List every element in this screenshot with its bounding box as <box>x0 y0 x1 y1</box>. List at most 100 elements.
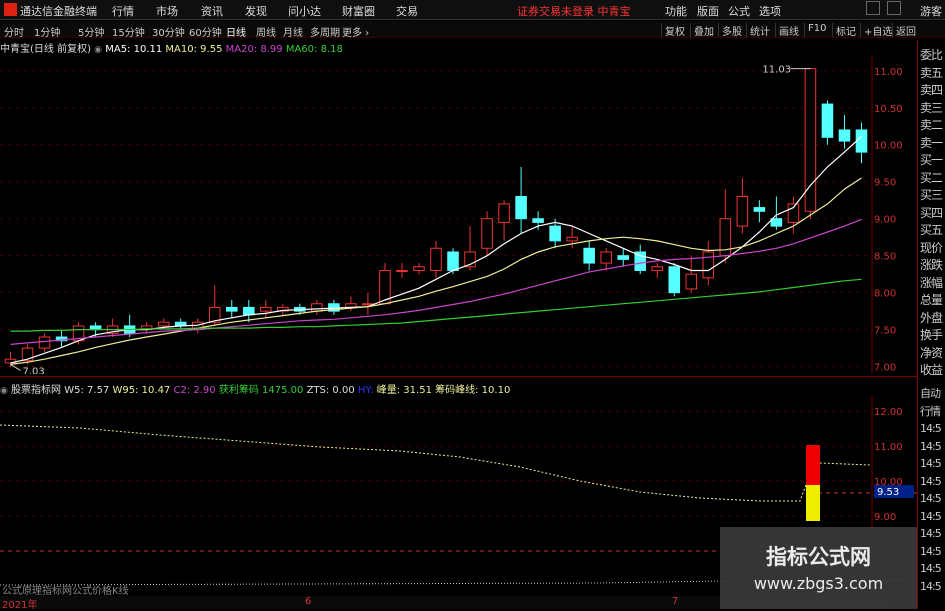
kline-chart[interactable]: 11.0010.5010.009.509.008.508.007.507.00 … <box>0 56 917 374</box>
period-15min[interactable]: 15分钟 <box>112 24 145 39</box>
quote-label-17: 净资 <box>920 345 943 360</box>
price-tick-label: 7.50 <box>874 326 896 337</box>
candle-body <box>736 196 749 227</box>
candle-body <box>243 306 255 316</box>
candle-body <box>668 266 681 294</box>
indicator-tick-label: 9.00 <box>874 512 896 523</box>
candle-body <box>838 129 851 142</box>
quote-label-0: 委比 <box>920 48 943 62</box>
login-notice[interactable]: 证券交易未登录 中青宝 <box>517 3 631 19</box>
menu-gongshi[interactable]: 公式 <box>728 3 750 19</box>
period-5min[interactable]: 5分钟 <box>78 24 104 39</box>
toolbar-diejia[interactable]: 叠加 <box>690 23 714 38</box>
candle-body <box>566 236 578 242</box>
toolbar-fuquan[interactable]: 复权 <box>661 23 685 38</box>
menu-xuanxiang[interactable]: 选项 <box>759 3 781 19</box>
candle-body <box>617 255 629 260</box>
indicator-tick-label: 11.00 <box>874 442 903 453</box>
toolbar-huaxian[interactable]: 画线 <box>775 23 799 38</box>
ma10-value: MA10: 9.55 <box>165 44 223 55</box>
quote-label-13: 涨幅 <box>920 275 943 290</box>
candle-body <box>855 129 868 153</box>
quote-panel: 委比 卖五 卖四 卖三 卖二 卖一 买一 买二 买三 买四 买五 现价 涨跌 涨幅 总量 外盘 换手 净资 收益 自… <box>917 40 945 609</box>
menu-faxian[interactable]: 发现 <box>245 3 267 19</box>
period-day[interactable]: 日线 <box>226 24 246 39</box>
quote-label-6: 买一 <box>920 153 943 167</box>
guest-label[interactable]: 游客 <box>920 3 942 19</box>
candle-body <box>430 247 442 271</box>
quote-label-15: 外盘 <box>920 310 943 325</box>
bottom-formula: 公式原理指标网公式价格K线 <box>2 586 129 597</box>
quote-label-11: 现价 <box>920 240 943 255</box>
price-tick-label: 11.00 <box>874 67 903 78</box>
ma20-value: MA20: 8.99 <box>225 44 283 55</box>
candle-body <box>260 306 272 312</box>
minimize-icon[interactable] <box>866 1 880 15</box>
period-30min[interactable]: 30分钟 <box>152 24 185 39</box>
toolbar-biaoji[interactable]: 标记 <box>832 23 856 38</box>
toolbar-tongji[interactable]: 统计 <box>746 23 770 38</box>
toolbar-fanhui[interactable]: 返回 <box>892 23 916 38</box>
tick-label-0: 自动 <box>920 387 941 400</box>
ma20-line <box>10 218 862 345</box>
app-logo-icon <box>4 3 17 16</box>
quote-label-7: 买二 <box>920 170 943 185</box>
candle-body <box>498 203 510 223</box>
tick-label-7: 14:5 <box>920 509 942 523</box>
menu-caifuquan[interactable]: 财富圈 <box>342 3 375 19</box>
candle-body <box>481 218 493 249</box>
period-1min[interactable]: 1分钟 <box>34 24 60 39</box>
period-fenshi[interactable]: 分时 <box>4 24 24 39</box>
candle-body <box>651 266 664 271</box>
toolbar-zixuan[interactable]: +自选 <box>860 23 892 38</box>
candle-body <box>396 269 408 272</box>
tick-label-6: 14:5 <box>920 492 942 505</box>
quote-label-14: 总量 <box>920 293 943 307</box>
period-more[interactable]: 更多 › <box>342 24 369 39</box>
indicator-line <box>0 424 871 502</box>
toolbar-f10[interactable]: F10 <box>804 23 826 37</box>
menu-wenxiaoda[interactable]: 问小达 <box>288 3 321 19</box>
period-multi[interactable]: 多周期 <box>310 24 340 39</box>
stock-title: 中青宝(日线 前复权) <box>0 44 91 55</box>
watermark-url: www.zbgs3.com <box>753 574 884 593</box>
candle-body <box>753 207 766 212</box>
menu-hangqing[interactable]: 行情 <box>112 3 134 19</box>
tick-label-5: 14:5 <box>920 474 942 488</box>
menu-gongneng[interactable]: 功能 <box>665 3 687 19</box>
candle-body <box>225 306 238 312</box>
maximize-icon[interactable] <box>887 1 901 15</box>
candle-body <box>549 225 561 242</box>
indicator-grid <box>0 410 872 517</box>
price-tick-label: 8.00 <box>874 289 896 300</box>
candle-body <box>702 251 715 279</box>
quote-label-2: 卖四 <box>920 83 943 97</box>
low-pointer <box>10 363 21 371</box>
quote-label-16: 换手 <box>920 328 943 342</box>
candle-body <box>532 218 544 223</box>
menu-zixun[interactable]: 资讯 <box>201 3 223 19</box>
indicator-marker-value: 9.53 <box>877 487 899 498</box>
quote-label-4: 卖二 <box>920 118 943 132</box>
menu-banmian[interactable]: 版面 <box>697 3 719 19</box>
candle-body <box>515 196 527 220</box>
candle-body <box>311 303 323 312</box>
tick-label-2: 14:5 <box>920 422 942 435</box>
period-week[interactable]: 周线 <box>256 24 276 39</box>
candle-body <box>38 336 51 349</box>
tick-label-3: 14:5 <box>920 439 942 453</box>
period-60min[interactable]: 60分钟 <box>189 24 222 39</box>
period-month[interactable]: 月线 <box>283 24 303 39</box>
main-chart-info: 中青宝(日线 前复权) ◉ MA5: 10.11 MA10: 9.55 MA20… <box>0 40 343 56</box>
settings-icon[interactable]: ◉ <box>94 45 102 55</box>
tick-label-9: 14:5 <box>920 544 942 558</box>
watermark-title: 指标公式网 <box>766 545 871 569</box>
menu-jiaoyi[interactable]: 交易 <box>396 3 418 19</box>
toolbar-duogu[interactable]: 多股 <box>718 23 742 38</box>
candle-body <box>821 103 834 138</box>
quote-label-5: 卖一 <box>920 135 943 150</box>
quote-label-1: 卖五 <box>920 65 943 80</box>
panel-divider <box>0 376 917 377</box>
candle-body <box>447 251 459 271</box>
menu-shichang[interactable]: 市场 <box>156 3 178 19</box>
